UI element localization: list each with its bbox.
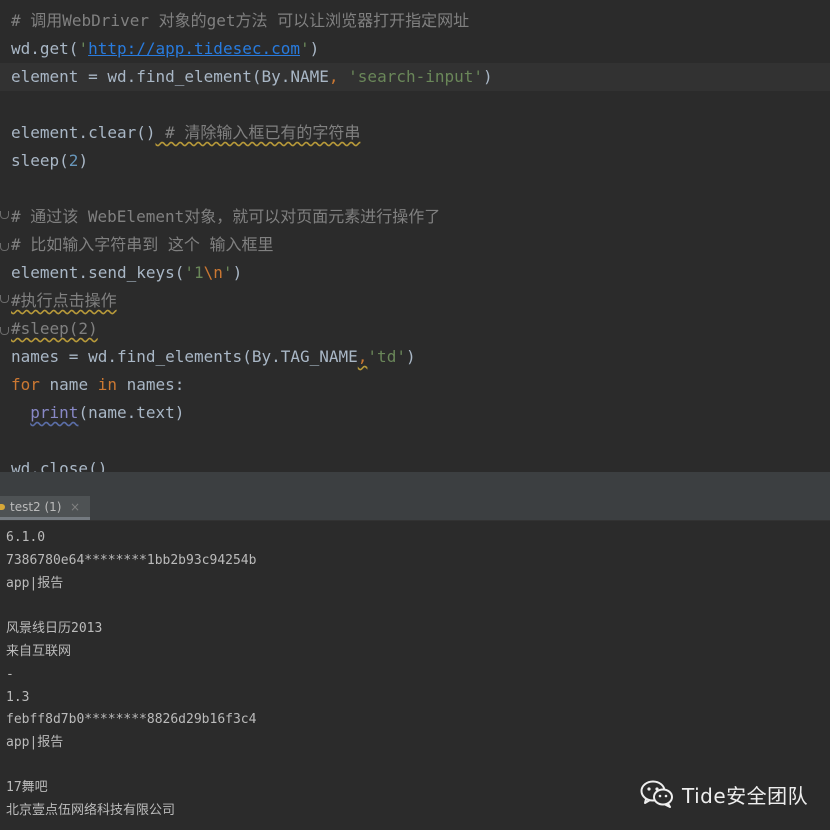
code-text: sleep( — [11, 151, 69, 170]
code-comment: # 清除输入框已有的字符串 — [155, 123, 361, 142]
watermark: Tide安全团队 — [640, 778, 808, 810]
code-text: wd.get( — [11, 39, 79, 58]
code-line-6[interactable]: sleep(2) — [0, 147, 830, 175]
console-line: 6.1.0 — [6, 530, 46, 545]
console-line: - — [6, 667, 14, 682]
code-text: names = wd.find_elements(By.TAG_NAME — [11, 347, 358, 366]
fold-marker-icon[interactable] — [0, 295, 9, 303]
code-comment: #sleep(2) — [11, 319, 98, 338]
console-line: 北京壹点伍网络科技有限公司 — [6, 803, 176, 818]
code-escape: \n — [203, 263, 223, 282]
code-comma: , — [328, 67, 339, 86]
run-status-icon — [0, 504, 5, 510]
code-keyword: for — [11, 375, 40, 394]
code-line-10[interactable]: element.send_keys('1\n') — [0, 259, 830, 287]
code-string: 'td' — [367, 347, 406, 366]
code-keyword: in — [97, 375, 117, 394]
fold-marker-icon[interactable] — [0, 211, 9, 219]
console-line: 来自互联网 — [6, 644, 72, 659]
run-tab[interactable]: test2 (1) × — [0, 496, 90, 520]
code-line-8[interactable]: # 通过该 WebElement对象，就可以对页面元素进行操作了 — [0, 203, 830, 231]
code-comma: , — [357, 347, 368, 366]
code-line-2[interactable]: wd.get('http://app.tidesec.com') — [0, 35, 830, 63]
console-line: 17舞吧 — [6, 780, 48, 795]
code-line-17[interactable]: wd.close() — [0, 455, 830, 472]
code-line-14[interactable]: for name in names: — [0, 371, 830, 399]
code-url-link[interactable]: http://app.tidesec.com — [88, 39, 300, 58]
code-string: '1 — [184, 263, 204, 282]
code-line-13[interactable]: names = wd.find_elements(By.TAG_NAME,'td… — [0, 343, 830, 371]
code-text: (name.text) — [78, 403, 185, 422]
code-line-9[interactable]: # 比如输入字符串到 这个 输入框里 — [0, 231, 830, 259]
code-string-quote: ' — [300, 39, 310, 58]
panel-divider[interactable] — [0, 472, 830, 496]
code-text: ) — [483, 67, 493, 86]
fold-marker-icon[interactable] — [0, 243, 9, 251]
console-line: 7386780e64********1bb2b93c94254b — [6, 553, 257, 568]
code-line-11[interactable]: #执行点击操作 — [0, 287, 830, 315]
code-number: 2 — [68, 151, 79, 170]
console-line: app|报告 — [6, 576, 64, 591]
code-line-12[interactable]: #sleep(2) — [0, 315, 830, 343]
code-text: element = wd.find_element(By.NAME — [11, 67, 329, 86]
console-line: 风景线日历2013 — [6, 621, 103, 636]
console-line: 1.3 — [6, 690, 30, 705]
run-tab-bar: test2 (1) × — [0, 496, 830, 521]
console-line: febff8d7b0********8826d29b16f3c4 — [6, 712, 257, 727]
code-comment: # 调用WebDriver 对象的get方法 可以让浏览器打开指定网址 — [11, 11, 470, 30]
code-line-7[interactable] — [0, 175, 830, 203]
code-line-4[interactable] — [0, 91, 830, 119]
close-icon[interactable]: × — [70, 496, 80, 518]
code-comment: # 通过该 WebElement对象，就可以对页面元素进行操作了 — [11, 207, 441, 226]
code-line-1[interactable]: # 调用WebDriver 对象的get方法 可以让浏览器打开指定网址 — [0, 7, 830, 35]
watermark-text: Tide安全团队 — [682, 783, 809, 808]
code-text: ) — [232, 263, 243, 282]
code-text: ) — [405, 347, 416, 366]
code-text: element.send_keys( — [11, 263, 185, 282]
code-line-3[interactable]: element = wd.find_element(By.NAME, 'sear… — [0, 63, 830, 91]
code-text: ) — [309, 39, 320, 58]
code-comment: # 比如输入字符串到 这个 输入框里 — [11, 235, 274, 254]
code-string-quote: ' — [78, 39, 89, 58]
code-text: element.clear() — [11, 123, 156, 142]
run-tab-label: test2 (1) — [10, 500, 62, 514]
code-text: ) — [78, 151, 89, 170]
code-line-5[interactable]: element.clear() # 清除输入框已有的字符串 — [0, 119, 830, 147]
code-text: names: — [116, 375, 185, 394]
code-string: ' — [222, 263, 233, 282]
code-editor[interactable]: # 调用WebDriver 对象的get方法 可以让浏览器打开指定网址 wd.g… — [0, 0, 830, 472]
code-text: name — [39, 375, 98, 394]
console-line: app|报告 — [6, 735, 64, 750]
wechat-icon — [640, 780, 674, 808]
code-builtin: print — [30, 403, 79, 422]
code-text: wd.close() — [11, 459, 108, 472]
code-line-15[interactable]: print(name.text) — [0, 399, 830, 427]
fold-marker-icon[interactable] — [0, 327, 9, 335]
code-string: 'search-input' — [338, 67, 484, 86]
code-comment: #执行点击操作 — [11, 291, 117, 310]
code-line-16[interactable] — [0, 427, 830, 455]
